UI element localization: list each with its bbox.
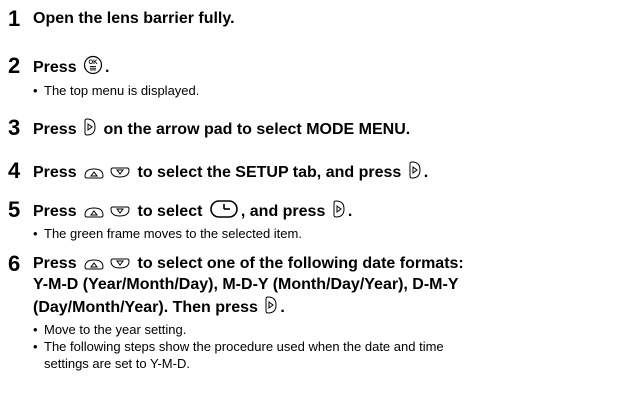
arrow-right-icon bbox=[264, 295, 278, 315]
note-text: The following steps show the procedure u… bbox=[44, 339, 444, 354]
step-text-middle: to select bbox=[137, 203, 203, 220]
step-text-press: Press bbox=[33, 59, 77, 76]
step-number: 4 bbox=[8, 158, 21, 183]
step-text: Press to select one of the following dat… bbox=[33, 253, 628, 318]
step-text-line-3: (Day/Month/Year). Then press bbox=[33, 299, 258, 316]
note-text: The top menu is displayed. bbox=[44, 83, 200, 98]
arrow-down-icon bbox=[109, 166, 131, 180]
bullet: • bbox=[33, 339, 38, 354]
arrow-up-icon bbox=[83, 205, 105, 219]
step-notes: • Move to the year setting. • The followin… bbox=[33, 321, 623, 372]
arrow-right-icon bbox=[408, 160, 422, 180]
arrow-right-icon bbox=[83, 117, 97, 137]
step-text: Press OK . bbox=[33, 55, 628, 78]
step-text-line-1: to select one of the following date form… bbox=[137, 255, 464, 272]
step-text-press: Press bbox=[33, 255, 77, 272]
step-text-end: on the arrow pad to select MODE MENU. bbox=[103, 121, 411, 138]
arrow-up-icon bbox=[83, 257, 105, 271]
step-note: • The green frame moves to the selected i… bbox=[33, 225, 623, 242]
step-number: 3 bbox=[8, 115, 21, 140]
step-text-line-2: Y-M-D (Year/Month/Day), M-D-Y (Month/Day… bbox=[33, 276, 459, 293]
step-text-press: Press bbox=[33, 121, 77, 138]
step-note: • The top menu is displayed. bbox=[33, 82, 623, 99]
step-text-press: Press bbox=[33, 164, 77, 181]
step-text-middle-2: , and press bbox=[240, 203, 326, 220]
step-text-middle: to select the SETUP tab, and press bbox=[137, 164, 402, 181]
step-number: 6 bbox=[8, 251, 21, 276]
bullet: • bbox=[33, 83, 38, 98]
arrow-up-icon bbox=[83, 166, 105, 180]
note-text: Move to the year setting. bbox=[44, 322, 187, 337]
step-number: 5 bbox=[8, 197, 21, 222]
arrow-down-icon bbox=[109, 257, 131, 271]
step-number: 2 bbox=[8, 53, 21, 78]
step-text-press: Press bbox=[33, 203, 77, 220]
bullet: • bbox=[33, 322, 38, 337]
step-text: Open the lens barrier fully. bbox=[33, 10, 235, 27]
step-text: Press on the arrow pad to select MODE ME… bbox=[33, 117, 628, 140]
note-item: • Move to the year setting. bbox=[33, 321, 623, 338]
step-number: 1 bbox=[8, 6, 21, 31]
ok-label: OK bbox=[89, 60, 99, 66]
note-text: The green frame moves to the selected it… bbox=[44, 226, 302, 241]
note-item: • The following steps show the procedure … bbox=[33, 338, 623, 355]
step-text: Press to select , and press . bbox=[33, 199, 628, 222]
ok-menu-button-icon: OK bbox=[83, 55, 103, 75]
step-text-end: . bbox=[105, 59, 110, 76]
clock-icon bbox=[209, 199, 239, 219]
step-text-end: . bbox=[280, 299, 285, 316]
bullet: • bbox=[33, 226, 38, 241]
step-text-end: . bbox=[347, 203, 353, 220]
note-text-continued: settings are set to Y-M-D. bbox=[44, 356, 190, 371]
step-text: Press to select the SETUP tab, and press… bbox=[33, 160, 628, 183]
arrow-down-icon bbox=[109, 205, 131, 219]
arrow-right-icon bbox=[332, 199, 346, 219]
step-text-end: . bbox=[423, 164, 429, 181]
